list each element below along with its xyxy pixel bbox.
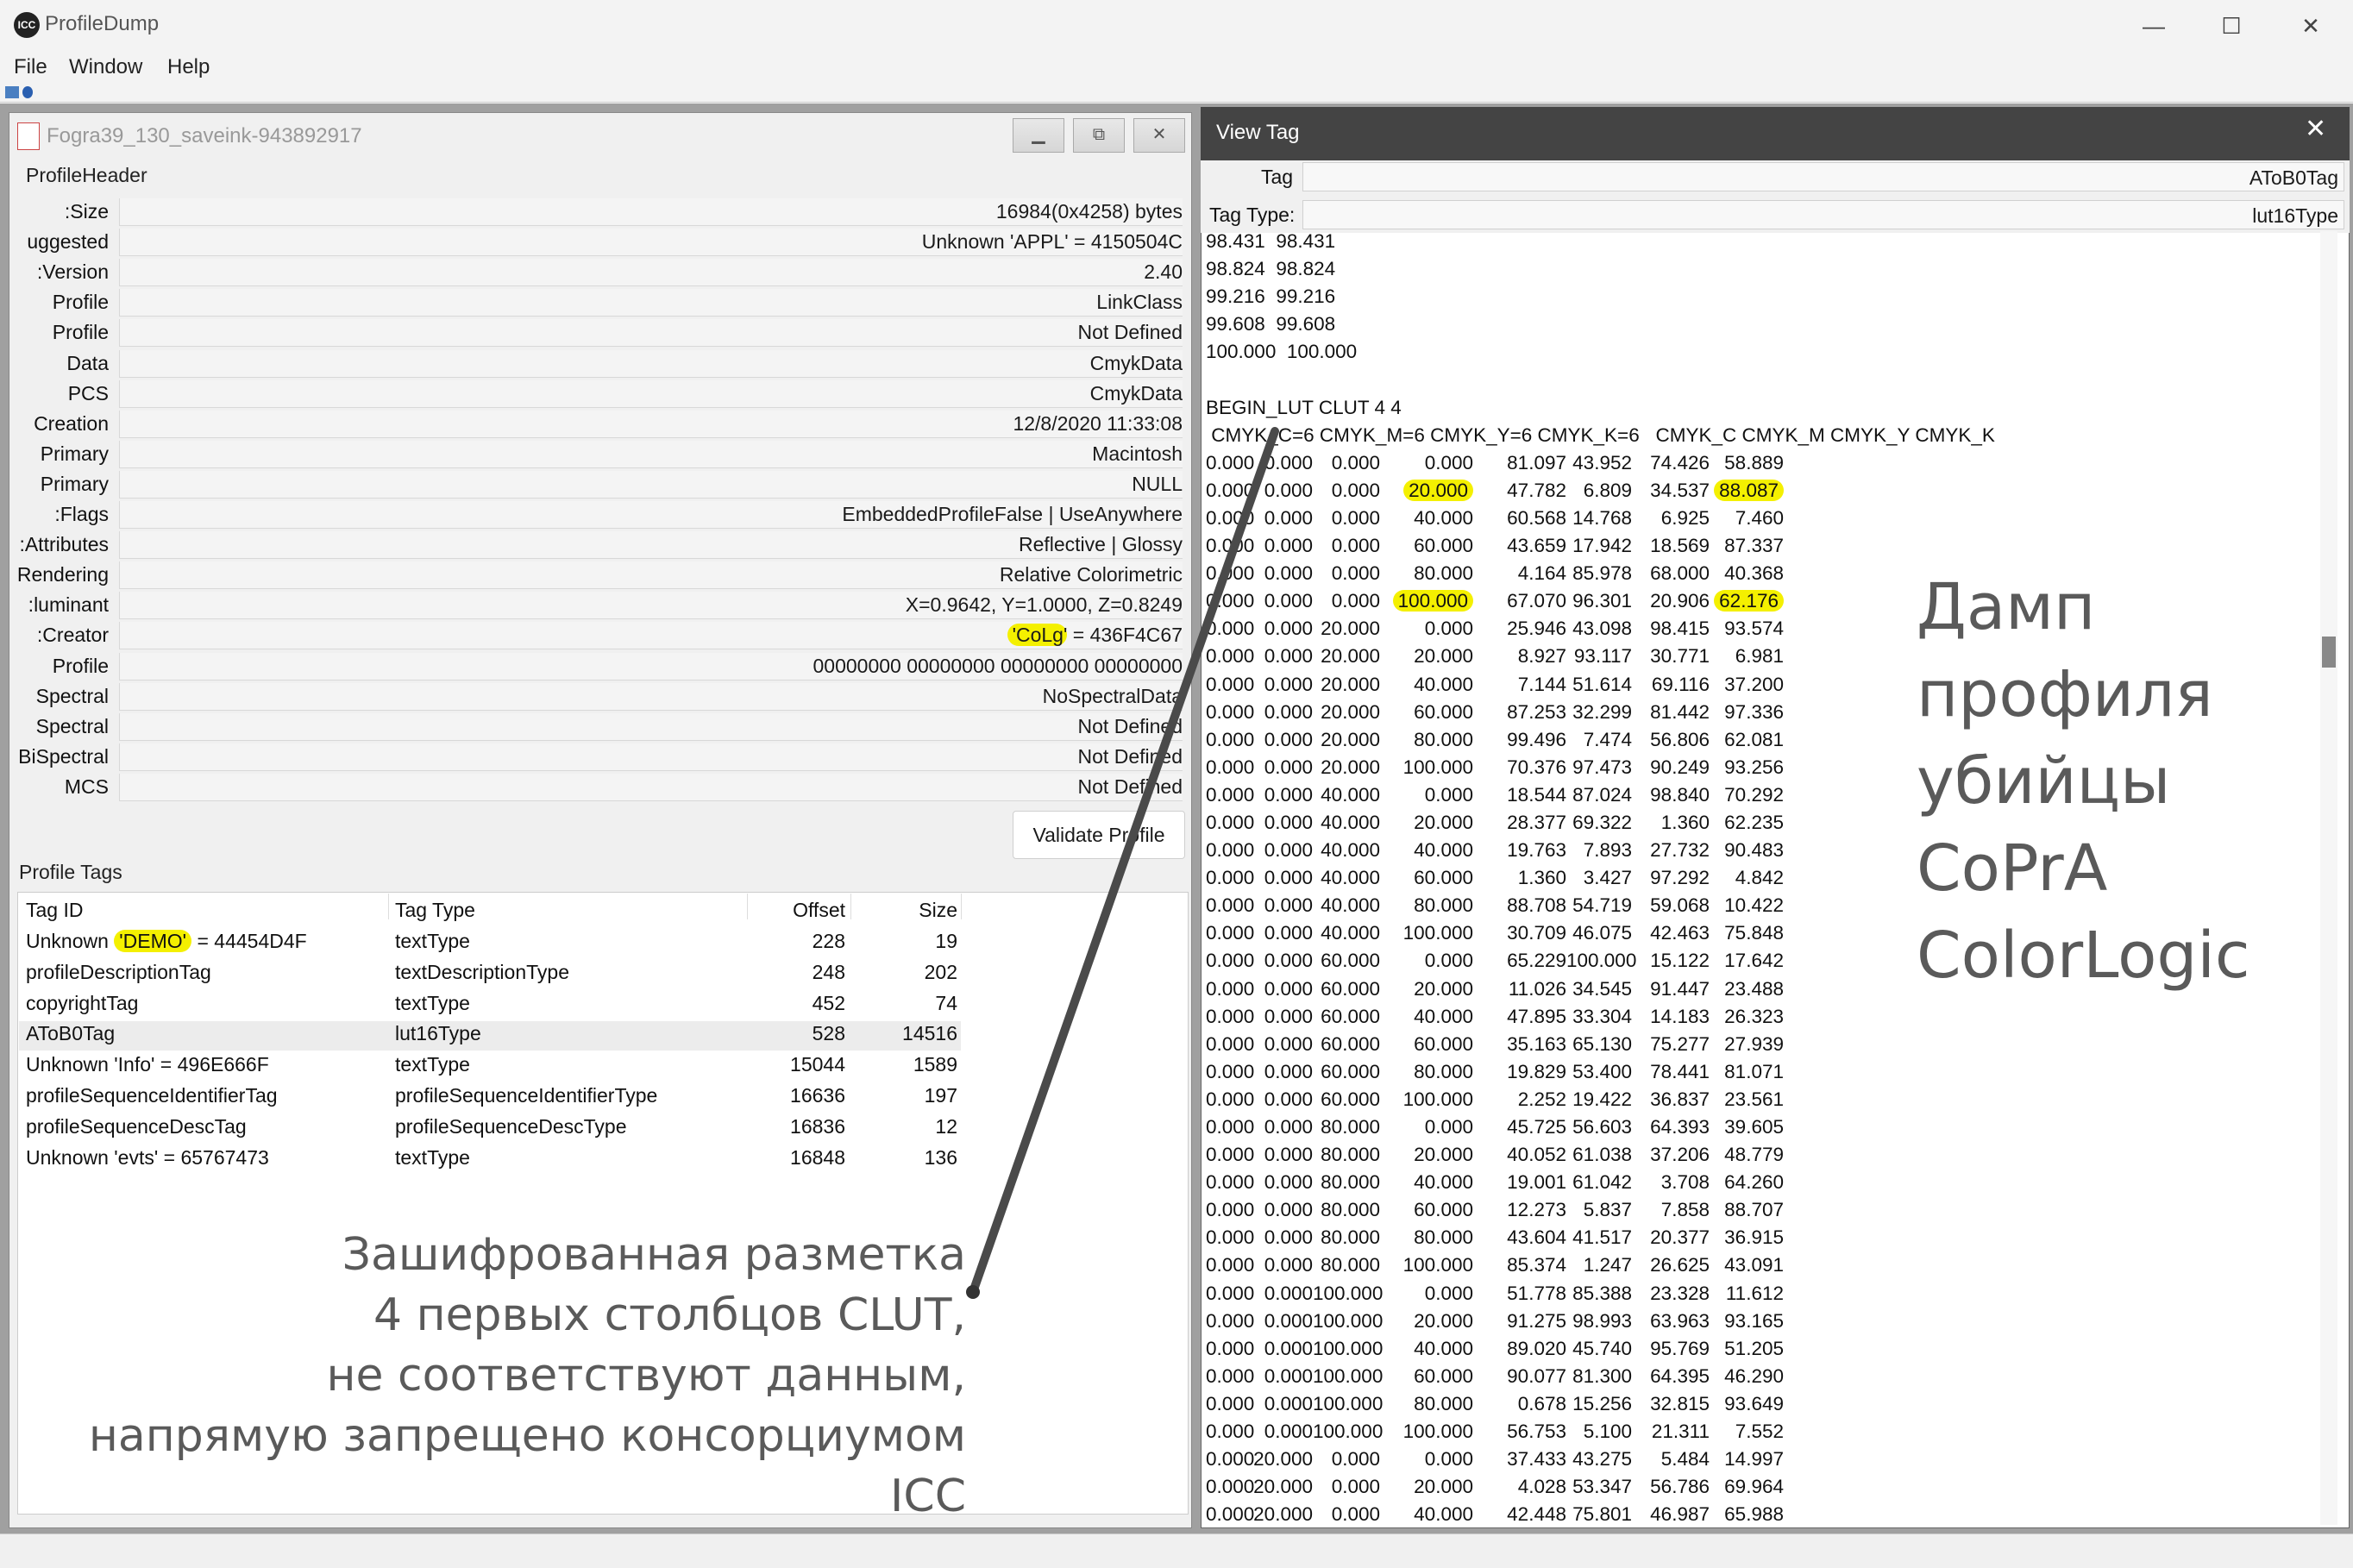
annotation-right-line: профиля xyxy=(1917,657,2213,731)
annotation-pointer-dot xyxy=(966,1285,980,1299)
annotation-left-line: 4 первых столбцов CLUT, xyxy=(373,1289,966,1341)
annotation-right: Дамп профиля убийцы CoPrA ColorLogic xyxy=(1917,564,2250,1000)
annotation-left-line: не соответствуют данным, xyxy=(326,1350,966,1402)
annotation-right-line: убийцы xyxy=(1917,744,2171,818)
annotation-left-line: Зашифрованная разметка xyxy=(342,1229,966,1281)
annotation-left: Зашифрованная разметка 4 первых столбцов… xyxy=(52,1225,966,1527)
annotation-right-line: CoPrA xyxy=(1917,831,2108,906)
annotation-right-line: ColorLogic xyxy=(1917,919,2250,993)
annotation-pointer xyxy=(969,427,1279,1296)
annotation-left-line: напрямую запрещено консорциумом ICC xyxy=(88,1410,966,1522)
annotation-right-line: Дамп xyxy=(1917,570,2096,644)
